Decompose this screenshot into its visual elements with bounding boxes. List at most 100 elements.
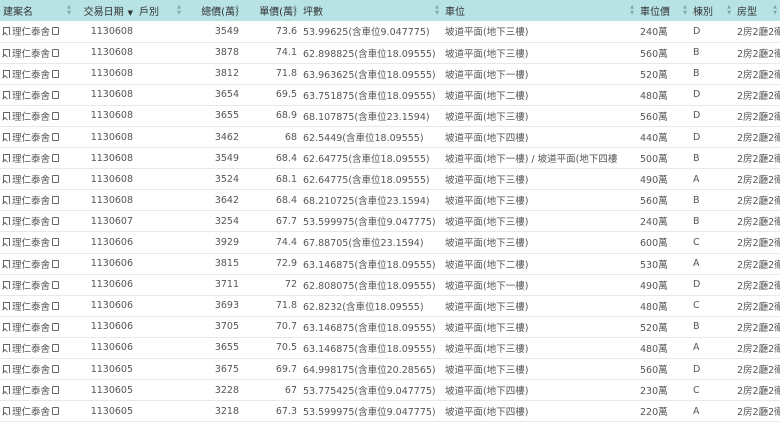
table-row[interactable]: 理仁泰舍 1130608 3524 68.1 62.64775(含車位18.09555)… [0, 169, 780, 190]
sort-icon[interactable]: ▲▼ [772, 4, 778, 16]
document-icon[interactable] [52, 48, 60, 57]
table-row[interactable]: 理仁泰舍 1130608 3655 68.9 68.107875(含車位23.1594)… [0, 105, 780, 127]
document-icon[interactable] [52, 386, 60, 395]
document-icon[interactable] [52, 196, 60, 205]
table-row[interactable]: 理仁泰舍 1130605 3218 67.3 53.599975(含車位9.047775… [0, 401, 780, 422]
project-name-link[interactable]: 理仁泰舍 [12, 404, 50, 418]
bookmark-icon[interactable] [3, 407, 10, 416]
project-name-link[interactable]: 理仁泰舍 [12, 24, 50, 38]
document-icon[interactable] [52, 259, 60, 268]
document-icon[interactable] [52, 365, 60, 374]
table-row[interactable]: 理仁泰舍 1130608 3812 71.8 63.963625(含車位18.09555… [0, 63, 780, 85]
document-icon[interactable] [52, 133, 60, 142]
project-name-link[interactable]: 理仁泰舍 [12, 214, 50, 228]
bookmark-icon[interactable] [3, 217, 10, 226]
bookmark-icon[interactable] [3, 154, 10, 163]
project-name-link[interactable]: 理仁泰舍 [12, 278, 50, 292]
document-icon[interactable] [52, 90, 60, 99]
bookmark-icon[interactable] [3, 343, 10, 352]
project-name-link[interactable]: 理仁泰舍 [12, 299, 50, 313]
column-header-area[interactable]: 坪數 ▲▼ [300, 0, 442, 21]
project-name-link[interactable]: 理仁泰舍 [12, 320, 50, 334]
cell-name: 理仁泰舍 [0, 148, 74, 169]
document-icon[interactable] [52, 322, 60, 331]
sort-icon[interactable]: ▲▼ [682, 4, 688, 16]
table-row[interactable]: 理仁泰舍 1130608 3654 69.5 63.751875(含車位18.09555… [0, 84, 780, 106]
column-header-unit[interactable]: 戶別 ▲▼ [136, 0, 184, 21]
document-icon[interactable] [52, 238, 60, 247]
document-icon[interactable] [52, 154, 60, 163]
bookmark-icon[interactable] [3, 365, 10, 374]
document-icon[interactable] [52, 217, 60, 226]
bookmark-icon[interactable] [3, 196, 10, 205]
table-row[interactable]: 理仁泰舍 1130608 3878 74.1 62.898825(含車位18.09555… [0, 42, 780, 64]
project-name-link[interactable]: 理仁泰舍 [12, 193, 50, 207]
table-row[interactable]: 理仁泰舍 1130605 3675 69.7 64.998175(含車位20.28565… [0, 359, 780, 380]
column-header-date[interactable]: 交易日期 ▼ [74, 0, 136, 21]
project-name-link[interactable]: 理仁泰舍 [12, 46, 50, 60]
document-icon[interactable] [52, 27, 60, 36]
bookmark-icon[interactable] [3, 301, 10, 310]
bookmark-icon[interactable] [3, 48, 10, 57]
bookmark-icon[interactable] [3, 133, 10, 142]
project-name-link[interactable]: 理仁泰舍 [12, 362, 50, 376]
table-row[interactable]: 理仁泰舍 1130606 3705 70.7 63.146875(含車位18.09555… [0, 316, 780, 338]
table-row[interactable]: 理仁泰舍 1130607 3254 67.7 53.599975(含車位9.047775… [0, 211, 780, 232]
bookmark-icon[interactable] [3, 280, 10, 289]
bookmark-icon[interactable] [3, 27, 10, 36]
document-icon[interactable] [52, 301, 60, 310]
column-header-unit_price[interactable]: 單價(萬) ▲▼ [242, 0, 300, 21]
document-icon[interactable] [52, 111, 60, 120]
project-name-link[interactable]: 理仁泰舍 [12, 257, 50, 271]
sort-descending-icon[interactable]: ▼ [128, 9, 133, 17]
bookmark-icon[interactable] [3, 69, 10, 78]
bookmark-icon[interactable] [3, 259, 10, 268]
project-name-link[interactable]: 理仁泰舍 [12, 88, 50, 102]
document-icon[interactable] [52, 407, 60, 416]
bookmark-icon[interactable] [3, 90, 10, 99]
table-row[interactable]: 理仁泰舍 1130608 3549 68.4 62.64775(含車位18.09555)… [0, 148, 780, 169]
table-row[interactable]: 理仁泰舍 1130606 3711 72 62.808075(含車位18.09555) 坡… [0, 274, 780, 296]
table-row[interactable]: 理仁泰舍 1130606 3815 72.9 63.146875(含車位18.09555… [0, 253, 780, 275]
column-header-total[interactable]: 總價(萬) ▲▼ [184, 0, 242, 21]
column-header-building[interactable]: 棟別 ▲▼ [690, 0, 734, 21]
table-row[interactable]: 理仁泰舍 1130608 3549 73.6 53.99625(含車位9.047775)… [0, 21, 780, 43]
bookmark-icon[interactable] [3, 238, 10, 247]
project-name-link[interactable]: 理仁泰舍 [12, 130, 50, 144]
column-header-parking[interactable]: 車位 ▲▼ [442, 0, 637, 21]
document-icon[interactable] [52, 343, 60, 352]
sort-icon[interactable]: ▲▼ [176, 4, 182, 16]
table-row[interactable]: 理仁泰舍 1130608 3642 68.4 68.210725(含車位23.1594)… [0, 190, 780, 211]
bookmark-icon[interactable] [3, 111, 10, 120]
document-icon[interactable] [52, 69, 60, 78]
cell-date: 1130606 [90, 236, 133, 248]
project-name-link[interactable]: 理仁泰舍 [12, 151, 50, 165]
document-icon[interactable] [52, 175, 60, 184]
project-name-link[interactable]: 理仁泰舍 [12, 235, 50, 249]
sort-icon[interactable]: ▲▼ [434, 4, 440, 16]
table-row[interactable]: 理仁泰舍 1130606 3693 71.8 62.8232(含車位18.09555) 坡… [0, 295, 780, 317]
table-row[interactable]: 理仁泰舍 1130606 3655 70.5 63.146875(含車位18.09555… [0, 337, 780, 359]
column-header-parking_price[interactable]: 車位價 ▲▼ [637, 0, 690, 21]
sort-icon[interactable]: ▲▼ [726, 4, 732, 16]
column-header-layout[interactable]: 房型 ▲▼ [734, 0, 780, 21]
table-row[interactable]: 理仁泰舍 1130605 3228 67 53.775425(含車位9.047775) 坡… [0, 380, 780, 401]
bookmark-icon[interactable] [3, 175, 10, 184]
project-name-link[interactable]: 理仁泰舍 [12, 341, 50, 355]
sort-icon[interactable]: ▲▼ [629, 4, 635, 16]
bookmark-icon[interactable] [3, 386, 10, 395]
sort-icon[interactable]: ▲▼ [234, 4, 240, 16]
table-row[interactable]: 理仁泰舍 1130606 3929 74.4 67.88705(含車位23.1594) 坡… [0, 232, 780, 254]
bookmark-icon[interactable] [3, 322, 10, 331]
sort-icon[interactable]: ▲▼ [66, 4, 72, 16]
project-name-link[interactable]: 理仁泰舍 [12, 109, 50, 123]
project-name-link[interactable]: 理仁泰舍 [12, 67, 50, 81]
table-row[interactable]: 理仁泰舍 1130608 3462 68 62.5449(含車位18.09555) 坡道平… [0, 126, 780, 148]
sort-icon[interactable]: ▲▼ [292, 4, 298, 16]
column-header-name[interactable]: 建案名 ▲▼ [0, 0, 74, 21]
project-name-link[interactable]: 理仁泰舍 [12, 172, 50, 186]
document-icon[interactable] [52, 280, 60, 289]
cell-name: 理仁泰舍 [0, 169, 74, 190]
cell-parking: 坡道平面(地下三樓) [445, 322, 529, 334]
project-name-link[interactable]: 理仁泰舍 [12, 383, 50, 397]
